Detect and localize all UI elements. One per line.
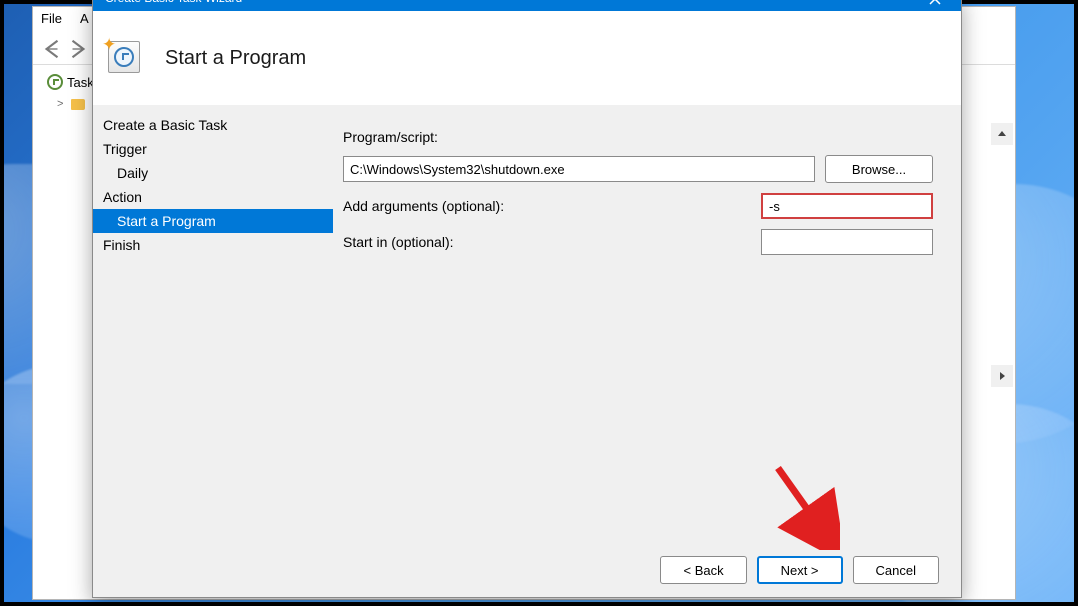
folder-icon bbox=[71, 99, 85, 110]
program-script-row: Program/script: bbox=[343, 129, 933, 145]
browse-button[interactable]: Browse... bbox=[825, 155, 933, 183]
wizard-sidebar: Create a Basic Task Trigger Daily Action… bbox=[93, 105, 333, 543]
startin-input[interactable] bbox=[761, 229, 933, 255]
wizard-title: Create Basic Task Wizard bbox=[105, 0, 912, 5]
scrollbar-up-button[interactable] bbox=[991, 123, 1013, 145]
create-basic-task-wizard: Create Basic Task Wizard ✦ Start a Progr… bbox=[92, 0, 962, 598]
program-script-label: Program/script: bbox=[343, 129, 503, 145]
wizard-titlebar: Create Basic Task Wizard bbox=[93, 0, 961, 11]
sidebar-item-action[interactable]: Action bbox=[93, 185, 333, 209]
back-button[interactable]: < Back bbox=[660, 556, 746, 584]
expander-icon[interactable]: > bbox=[57, 98, 67, 110]
sidebar-item-create-basic-task[interactable]: Create a Basic Task bbox=[93, 113, 333, 137]
sidebar-item-trigger[interactable]: Trigger bbox=[93, 137, 333, 161]
menu-action-truncated[interactable]: A bbox=[80, 11, 89, 28]
menu-file[interactable]: File bbox=[41, 11, 62, 28]
cancel-button[interactable]: Cancel bbox=[853, 556, 939, 584]
arguments-input[interactable] bbox=[761, 193, 933, 219]
back-arrow-icon[interactable] bbox=[41, 38, 63, 60]
scrollbar-right-button[interactable] bbox=[991, 365, 1013, 387]
next-button[interactable]: Next > bbox=[757, 556, 843, 584]
wizard-header-title: Start a Program bbox=[165, 47, 306, 70]
tree-root-label: Task bbox=[67, 75, 94, 90]
wizard-header-icon: ✦ bbox=[105, 38, 145, 78]
sidebar-item-finish[interactable]: Finish bbox=[93, 233, 333, 257]
clock-icon bbox=[47, 74, 63, 90]
program-script-input-row: Browse... bbox=[343, 155, 933, 183]
program-script-input[interactable] bbox=[343, 156, 815, 182]
wizard-body: Create a Basic Task Trigger Daily Action… bbox=[93, 105, 961, 543]
startin-row: Start in (optional): bbox=[343, 229, 933, 255]
arguments-row: Add arguments (optional): bbox=[343, 193, 933, 219]
wizard-form: Program/script: Browse... Add arguments … bbox=[333, 105, 961, 543]
sidebar-item-start-program[interactable]: Start a Program bbox=[93, 209, 333, 233]
wizard-footer: < Back Next > Cancel bbox=[93, 543, 961, 597]
forward-arrow-icon[interactable] bbox=[67, 38, 89, 60]
startin-label: Start in (optional): bbox=[343, 234, 761, 250]
arguments-label: Add arguments (optional): bbox=[343, 198, 761, 214]
close-icon[interactable] bbox=[912, 0, 957, 7]
sidebar-item-daily[interactable]: Daily bbox=[93, 161, 333, 185]
wizard-header: ✦ Start a Program bbox=[93, 11, 961, 105]
